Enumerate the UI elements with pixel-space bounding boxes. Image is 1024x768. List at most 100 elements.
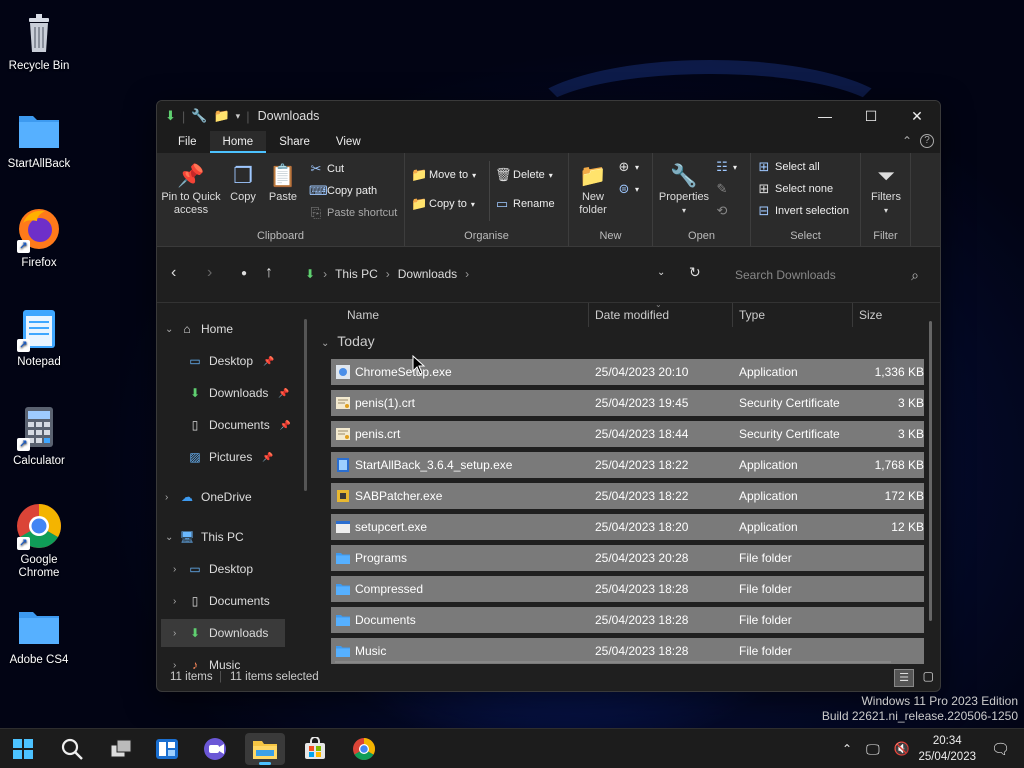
file-row[interactable]: penis.crt 25/04/2023 18:44 Security Certif… <box>331 421 924 447</box>
desktop-icon-recycle-bin[interactable]: Recycle Bin <box>4 8 74 72</box>
show-hidden-icons-button[interactable]: ⌃ <box>842 742 852 756</box>
new-item-button[interactable]: ⊕ ▾ <box>617 159 639 175</box>
file-row[interactable]: StartAllBack_3.6.4_setup.exe 25/04/2023 1… <box>331 452 924 478</box>
tab-share[interactable]: Share <box>266 131 323 153</box>
open-button[interactable]: ☷ ▾ <box>715 159 737 175</box>
properties-icon[interactable]: 🔧 <box>191 108 207 124</box>
desktop-icon-firefox[interactable]: ↗ Firefox <box>4 205 74 269</box>
breadcrumb-this-pc[interactable]: This PC <box>335 267 378 281</box>
paste-shortcut-button[interactable]: ⎘ Paste shortcut <box>309 205 398 221</box>
column-type[interactable]: Type <box>739 308 765 322</box>
easy-access-button[interactable]: ⊜ ▾ <box>617 181 639 197</box>
recent-dot-icon[interactable]: ● <box>241 268 247 279</box>
nav-item-home[interactable]: ⌄ ⌂ Home <box>165 315 233 343</box>
chevron-down-icon[interactable]: ▾ <box>236 111 241 122</box>
desktop-icon-notepad[interactable]: ↗ Notepad <box>4 304 74 368</box>
up-button[interactable]: ↑ <box>265 264 273 282</box>
forward-button[interactable]: › <box>207 264 212 282</box>
details-view-button[interactable]: ☰ <box>894 669 914 687</box>
minimize-button[interactable]: — <box>802 101 848 131</box>
navigation-pane[interactable]: ⌄ ⌂ Home ▭ Desktop 📌 ⬇ Downloads 📌 ▯ Documents 📌 ▨ Pi… <box>157 303 305 675</box>
breadcrumb[interactable]: ⬇ › This PC › Downloads › <box>305 267 469 281</box>
nav-item-downloads[interactable]: › ⬇ Downloads <box>161 619 285 647</box>
breadcrumb-downloads[interactable]: Downloads <box>398 267 457 281</box>
desktop-icon-startallback[interactable]: StartAllBack <box>4 106 74 170</box>
group-header-today[interactable]: ⌄ Today <box>321 333 375 349</box>
select-all-button[interactable]: ⊞ Select all <box>757 159 820 175</box>
clock[interactable]: 20:34 25/04/2023 <box>918 733 976 765</box>
network-icon[interactable]: 🖵 <box>866 741 880 758</box>
chevron-right-icon[interactable]: › <box>173 564 187 575</box>
start-button[interactable] <box>3 733 43 765</box>
nav-pane-scrollbar[interactable] <box>304 319 307 491</box>
pin-to-quick-access-button[interactable]: 📌 Pin to Quick access <box>161 161 221 217</box>
store-button[interactable] <box>295 733 335 765</box>
move-to-button[interactable]: 📁 Move to ▾ <box>411 167 476 183</box>
volume-muted-icon[interactable]: 🔇 <box>894 741 910 757</box>
column-date-modified[interactable]: Date modified <box>595 308 669 322</box>
vertical-scrollbar[interactable] <box>929 321 932 621</box>
address-dropdown-button[interactable]: ⌄ <box>657 267 665 278</box>
nav-item-downloads[interactable]: ⬇ Downloads 📌 <box>173 379 290 407</box>
rename-button[interactable]: ▭ Rename <box>495 196 555 212</box>
new-folder-icon[interactable]: 📁 <box>213 108 229 124</box>
task-view-button[interactable] <box>101 733 141 765</box>
file-row[interactable]: penis(1).crt 25/04/2023 19:45 Security Cer… <box>331 390 924 416</box>
title-bar[interactable]: ⬇ | 🔧 📁 ▾ | Downloads — ☐ ✕ <box>157 101 940 131</box>
copy-path-button[interactable]: ⌨ Copy path <box>309 183 377 199</box>
back-button[interactable]: ‹ <box>171 264 176 282</box>
new-folder-button[interactable]: 📁 New folder <box>573 161 613 217</box>
column-name[interactable]: Name <box>347 308 379 322</box>
nav-item-desktop[interactable]: › ▭ Desktop <box>173 555 253 583</box>
chevron-down-icon[interactable]: ⌄ <box>165 324 179 335</box>
history-button[interactable]: ⟲ <box>715 203 729 219</box>
file-row[interactable]: Compressed 25/04/2023 18:28 File folder <box>331 576 924 602</box>
notification-button[interactable]: 🗨 <box>991 729 1010 768</box>
chevron-right-icon[interactable]: › <box>165 492 179 503</box>
collapse-ribbon-icon[interactable]: ⌃ <box>902 134 912 148</box>
tab-file[interactable]: File <box>165 131 210 153</box>
help-icon[interactable]: ? <box>920 134 934 148</box>
widgets-button[interactable] <box>147 733 187 765</box>
select-none-button[interactable]: ⊞ Select none <box>757 181 834 197</box>
thumbnails-view-button[interactable]: ▢ <box>923 669 934 683</box>
search-button[interactable] <box>52 733 92 765</box>
horizontal-scrollbar[interactable] <box>335 661 891 663</box>
desktop-icon-google-chrome[interactable]: ↗ Google Chrome <box>4 502 74 580</box>
tab-view[interactable]: View <box>323 131 374 153</box>
tab-home[interactable]: Home <box>209 131 267 153</box>
desktop-icon-calculator[interactable]: ↗ Calculator <box>4 403 74 467</box>
close-button[interactable]: ✕ <box>894 101 940 131</box>
nav-item-onedrive[interactable]: › ☁ OneDrive <box>165 483 252 511</box>
delete-button[interactable]: 🗑 Delete ▾ <box>495 167 553 183</box>
chevron-right-icon[interactable]: › <box>173 596 187 607</box>
file-row[interactable]: Programs 25/04/2023 20:28 File folder <box>331 545 924 571</box>
paste-button[interactable]: 📋 Paste <box>265 161 301 204</box>
nav-item-desktop[interactable]: ▭ Desktop 📌 <box>173 347 274 375</box>
properties-button[interactable]: 🔧 Properties ▾ <box>657 161 711 217</box>
file-row[interactable]: SABPatcher.exe 25/04/2023 18:22 Applicatio… <box>331 483 924 509</box>
refresh-button[interactable]: ↻ <box>689 264 701 281</box>
chat-button[interactable] <box>196 733 236 765</box>
column-size[interactable]: Size <box>859 308 882 322</box>
desktop-icon-adobe-cs4[interactable]: Adobe CS4 <box>4 602 74 666</box>
edit-button[interactable]: ✎ <box>715 181 729 197</box>
nav-item-documents[interactable]: ▯ Documents 📌 <box>173 411 291 439</box>
maximize-button[interactable]: ☐ <box>848 101 894 131</box>
file-row[interactable]: Documents 25/04/2023 18:28 File folder <box>331 607 924 633</box>
copy-to-button[interactable]: 📁 Copy to ▾ <box>411 196 475 212</box>
chevron-down-icon[interactable]: ⌄ <box>165 532 179 543</box>
cut-button[interactable]: ✂ Cut <box>309 161 345 177</box>
filters-button[interactable]: ⏷ Filters ▾ <box>865 161 907 217</box>
nav-item-documents[interactable]: › ▯ Documents <box>173 587 270 615</box>
explorer-window[interactable]: ⬇ | 🔧 📁 ▾ | Downloads — ☐ ✕ File Home Sh… <box>156 100 941 692</box>
invert-selection-button[interactable]: ⊟ Invert selection <box>757 203 849 219</box>
copy-button[interactable]: ❐ Copy <box>225 161 261 204</box>
file-row[interactable]: setupcert.exe 25/04/2023 18:20 Application… <box>331 514 924 540</box>
nav-item-pictures[interactable]: ▨ Pictures 📌 <box>173 443 273 471</box>
nav-item-this-pc[interactable]: ⌄ 🖥 This PC <box>165 523 244 551</box>
chrome-taskbar-button[interactable] <box>344 733 384 765</box>
chevron-right-icon[interactable]: › <box>173 628 187 639</box>
search-input[interactable]: Search Downloads ⌕ <box>723 260 925 290</box>
file-explorer-taskbar-button[interactable] <box>245 733 285 765</box>
